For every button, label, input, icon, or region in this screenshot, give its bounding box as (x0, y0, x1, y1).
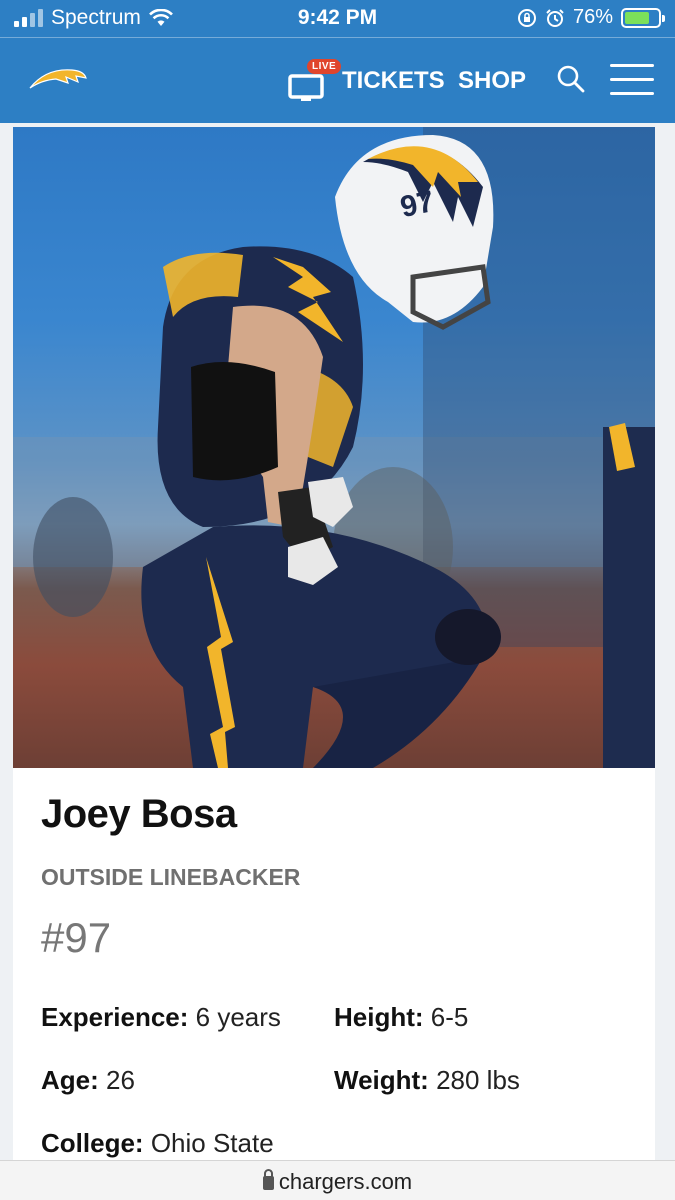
status-right: 76% (517, 6, 665, 29)
player-number: #97 (41, 914, 112, 961)
hamburger-menu-icon[interactable] (610, 64, 654, 98)
site-header: LIVE TICKETS SHOP (0, 37, 675, 123)
stat-experience: Experience: 6 years (41, 1002, 281, 1033)
nav-shop-link[interactable]: SHOP (458, 67, 526, 95)
player-photo: 97 (13, 127, 655, 768)
stat-height: Height: 6-5 (334, 1002, 468, 1033)
battery-percent: 76% (572, 6, 613, 28)
stat-age-label: Age: (41, 1065, 99, 1095)
lock-icon (262, 1169, 274, 1190)
stat-experience-value: 6 years (195, 1002, 281, 1032)
alarm-icon (546, 8, 564, 27)
player-card: 97 Joey Bosa OUTSIDE LINEBACKER #97 Expe… (13, 127, 655, 1160)
stat-height-value: 6-5 (430, 1002, 469, 1032)
player-position: OUTSIDE LINEBACKER (41, 864, 301, 890)
player-name: Joey Bosa (41, 792, 237, 836)
stat-college-label: College: (41, 1128, 144, 1158)
stat-age: Age: 26 (41, 1065, 135, 1096)
browser-url-bar[interactable]: chargers.com (0, 1160, 675, 1200)
stat-weight-value: 280 lbs (436, 1065, 520, 1095)
nav-tickets-link[interactable]: TICKETS (342, 67, 445, 95)
search-icon[interactable] (556, 64, 586, 94)
stat-experience-label: Experience: (41, 1002, 189, 1032)
orientation-lock-icon (517, 8, 536, 27)
battery-icon (621, 7, 665, 28)
stat-college-value: Ohio State (150, 1128, 274, 1158)
stat-college: College: Ohio State (41, 1128, 274, 1159)
stat-height-label: Height: (334, 1002, 424, 1032)
stat-weight: Weight: 280 lbs (334, 1065, 520, 1096)
live-badge[interactable]: LIVE (307, 59, 342, 74)
status-bar: Spectrum 9:42 PM 76% (0, 0, 675, 37)
stat-weight-label: Weight: (334, 1065, 429, 1095)
url-domain[interactable]: chargers.com (279, 1169, 412, 1194)
stat-age-value: 26 (106, 1065, 135, 1095)
helmet-number: 97 (398, 185, 438, 224)
chargers-bolt-logo[interactable] (28, 64, 88, 96)
